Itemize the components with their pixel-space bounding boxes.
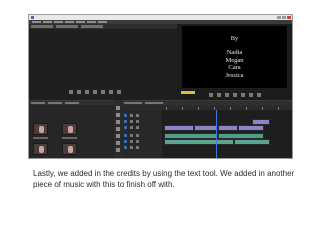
hand-tool-icon[interactable] [116,148,120,152]
overwrite-icon[interactable] [117,90,121,94]
media-thumbnail-label [33,137,48,139]
credit-name: Cara [228,64,241,72]
video-clip[interactable] [194,125,218,131]
razor-tool-icon[interactable] [116,127,120,131]
tools-panel [114,100,122,158]
track-header-a1[interactable] [124,133,160,138]
mark-out-icon[interactable] [77,90,81,94]
program-preview-frame: By Nadia Megan Cara Jessica [182,26,287,88]
source-panel-tabs [29,24,177,29]
video-clip[interactable] [238,125,264,131]
menu-item[interactable] [65,21,74,23]
track-header-v2[interactable] [124,119,160,124]
slide-caption: Lastly, we added in the credits by using… [33,169,295,189]
insert-icon[interactable] [109,90,113,94]
menu-item[interactable] [54,21,63,23]
track-header-v3[interactable] [124,113,160,118]
tab-sequence[interactable] [124,102,142,104]
track-headers [122,110,162,158]
close-button[interactable] [287,16,291,19]
selection-tool-icon[interactable] [116,106,120,110]
video-clip[interactable] [164,125,194,131]
credit-name: Nadia [226,49,243,57]
program-monitor-panel: By Nadia Megan Cara Jessica [177,24,292,100]
timeline-clip-area[interactable] [162,110,292,158]
music-clip[interactable] [234,139,270,145]
mark-in-icon[interactable] [69,90,73,94]
program-timecode [181,91,195,94]
project-panel [29,100,114,158]
track-header-v1[interactable] [124,125,160,130]
track-header-a3[interactable] [124,145,160,150]
tab-sequence[interactable] [145,102,163,104]
project-panel-tabs [29,101,114,105]
menu-item[interactable] [43,21,52,23]
timeline-panel [122,100,292,158]
play-icon[interactable] [93,90,97,94]
media-thumbnail[interactable] [33,143,48,155]
mark-out-icon[interactable] [217,93,221,97]
menu-item[interactable] [32,21,41,23]
step-back-icon[interactable] [85,90,89,94]
video-clip[interactable] [218,125,238,131]
credit-name: Megan [225,56,244,64]
tab-project[interactable] [31,102,45,104]
play-icon[interactable] [233,93,237,97]
music-clip[interactable] [164,139,234,145]
export-frame-icon[interactable] [257,93,261,97]
maximize-button[interactable] [282,16,286,19]
track-header-a2[interactable] [124,139,160,144]
slip-tool-icon[interactable] [116,134,120,138]
menu-item[interactable] [76,21,85,23]
menu-item[interactable] [87,21,96,23]
step-forward-icon[interactable] [241,93,245,97]
title-clip[interactable] [252,119,270,125]
lift-icon[interactable] [249,93,253,97]
tab-media-browser[interactable] [48,102,62,104]
credit-name: Jessica [225,71,244,79]
media-thumbnail-label [62,137,77,139]
media-thumbnail[interactable] [62,143,77,155]
credits-heading: By [230,34,239,42]
app-logo-icon [31,16,34,19]
playhead[interactable] [216,110,217,158]
media-thumbnail[interactable] [62,123,77,135]
video-editor-screenshot: By Nadia Megan Cara Jessica [28,14,293,159]
step-back-icon[interactable] [225,93,229,97]
menu-item[interactable] [98,21,107,23]
tab-audio-mixer[interactable] [81,25,103,28]
track-select-tool-icon[interactable] [116,113,120,117]
tab-source[interactable] [31,25,53,28]
step-forward-icon[interactable] [101,90,105,94]
tab-libraries[interactable] [65,102,79,104]
source-monitor-panel [29,24,177,100]
tab-effect-controls[interactable] [56,25,78,28]
minimize-button[interactable] [277,16,281,19]
media-thumbnail[interactable] [33,123,48,135]
ripple-edit-tool-icon[interactable] [116,120,120,124]
pen-tool-icon[interactable] [116,141,120,145]
mark-in-icon[interactable] [209,93,213,97]
source-transport-controls [69,90,139,94]
program-transport-controls [209,93,265,97]
